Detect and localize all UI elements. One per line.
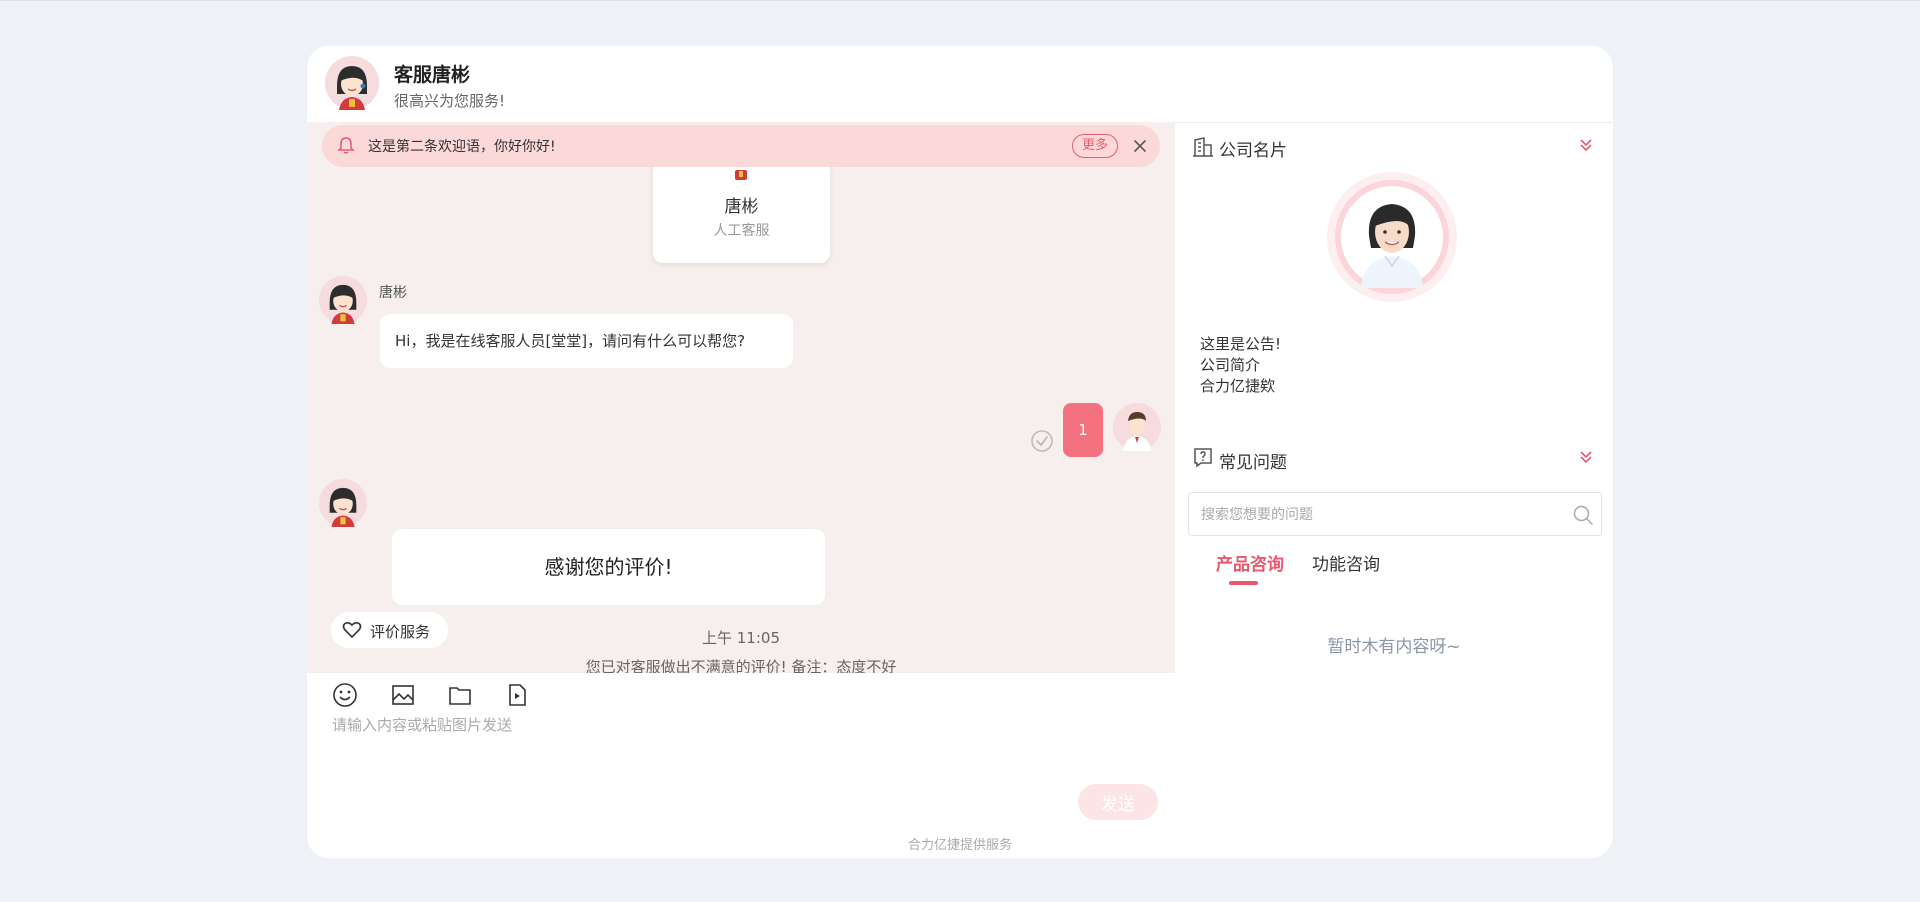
agent-title: 客服唐彬 [394, 64, 471, 86]
user-message-bubble: 1 [1063, 403, 1103, 457]
announcement-line: 这里是公告! [1200, 335, 1282, 353]
close-icon[interactable] [1130, 136, 1150, 156]
bell-icon [337, 137, 355, 154]
check-circle-icon [1031, 430, 1053, 452]
question-icon [1194, 448, 1212, 468]
company-announcement: 这里是公告! 公司简介 合力亿捷欸 [1200, 334, 1281, 397]
staff-portrait [1341, 186, 1443, 288]
image-icon[interactable] [389, 681, 417, 709]
chat-window: 客服唐彬 很高兴为您服务! 这是第二条欢迎语，你好你好! 更多 唐彬 人工客服 [307, 46, 1613, 858]
agent-card-name: 唐彬 [724, 197, 759, 217]
message-input[interactable] [332, 714, 1152, 794]
folder-icon[interactable] [446, 681, 474, 709]
faq-empty-state: 暂时木有内容呀~ [1327, 637, 1461, 657]
heart-icon [342, 621, 362, 639]
send-button[interactable]: 发送 [1078, 784, 1158, 820]
side-divider [1175, 122, 1613, 123]
chat-header: 客服唐彬 很高兴为您服务! [307, 46, 1613, 122]
powered-by-footer: 合力亿捷提供服务 [907, 838, 1012, 853]
tab-feature-consult[interactable]: 功能咨询 [1312, 550, 1380, 575]
rate-service-button[interactable]: 评价服务 [331, 612, 448, 648]
company-portrait [1327, 172, 1457, 302]
faq-search-box [1188, 492, 1602, 536]
faq-search-input[interactable] [1201, 503, 1561, 527]
notice-bar: 这是第二条欢迎语，你好你好! 更多 [322, 125, 1160, 167]
user-avatar [1113, 403, 1161, 451]
message-sender-name: 唐彬 [379, 285, 407, 301]
announcement-line: 公司简介 [1200, 356, 1261, 374]
faq-title: 常见问题 [1219, 453, 1287, 473]
thanks-bubble: 感谢您的评价! [392, 529, 825, 605]
rating-note: 您已对客服做出不满意的评价! 备注：态度不好 [585, 658, 897, 673]
agent-card-role: 人工客服 [713, 223, 770, 239]
agent-message-avatar [319, 276, 367, 324]
building-icon [1193, 137, 1213, 157]
company-card-title: 公司名片 [1219, 141, 1287, 161]
notice-text: 这是第二条欢迎语，你好你好! [368, 139, 556, 155]
agent-card: 唐彬 人工客服 [653, 156, 830, 263]
agent-subtitle: 很高兴为您服务! [394, 92, 506, 110]
emoji-icon[interactable] [331, 681, 359, 709]
agent-card-avatar [735, 170, 747, 180]
search-icon[interactable] [1572, 504, 1594, 526]
side-panel: 公司名片 这里是公告! 公司简介 合力亿捷欸 常见问题 搜索您想要的问题 产品咨… [1175, 122, 1613, 822]
announcement-line: 合力亿捷欸 [1200, 377, 1276, 395]
tab-product-consult[interactable]: 产品咨询 [1216, 550, 1284, 575]
agent-greeting-bubble: Hi，我是在线客服人员[堂堂]，请问有什么可以帮您? [380, 314, 793, 368]
video-file-icon[interactable] [503, 681, 531, 709]
rate-service-label: 评价服务 [370, 623, 431, 641]
active-tab-indicator [1229, 581, 1258, 585]
composer: 发送 [307, 673, 1175, 858]
notice-more-button[interactable]: 更多 [1072, 134, 1118, 158]
chevron-double-down-icon[interactable] [1577, 136, 1595, 154]
agent-avatar [325, 56, 379, 110]
agent-message-avatar [319, 479, 367, 527]
chat-area[interactable]: 这是第二条欢迎语，你好你好! 更多 唐彬 人工客服 唐彬 Hi，我是在线客服人员… [307, 122, 1175, 673]
top-border [0, 0, 1920, 1]
chevron-double-down-icon[interactable] [1577, 448, 1595, 466]
